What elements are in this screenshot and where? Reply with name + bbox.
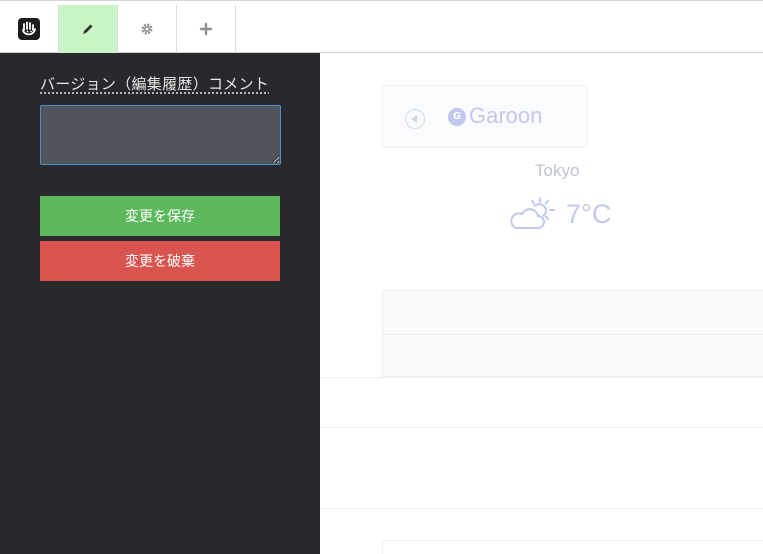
content-row bbox=[382, 290, 763, 334]
widget-brand-name: Garoon bbox=[469, 103, 543, 128]
concrete5-logo-button[interactable] bbox=[0, 5, 59, 53]
content-row bbox=[382, 334, 763, 377]
weather-temperature: 7°C bbox=[566, 199, 612, 229]
concrete5-logo-icon bbox=[18, 18, 40, 40]
top-toolbar bbox=[0, 0, 763, 53]
version-comment-label: バージョン（編集履歴）コメント bbox=[40, 75, 270, 93]
garoon-widget: G Garoon bbox=[382, 85, 588, 148]
version-comment-textarea[interactable] bbox=[40, 105, 281, 165]
divider bbox=[320, 508, 763, 509]
pencil-icon bbox=[83, 24, 93, 34]
content-block-edge bbox=[382, 540, 763, 554]
gear-icon bbox=[141, 23, 153, 35]
page-content: G Garoon Tokyo 7°C bbox=[320, 53, 763, 554]
circle-back-arrow-icon[interactable] bbox=[405, 109, 425, 129]
divider bbox=[320, 427, 763, 428]
garoon-g-logo-icon: G bbox=[448, 108, 466, 126]
page-settings-button[interactable] bbox=[118, 5, 177, 53]
weather-city: Tokyo bbox=[535, 161, 580, 180]
add-content-button[interactable] bbox=[177, 5, 236, 53]
divider bbox=[320, 377, 763, 378]
plus-icon bbox=[199, 22, 213, 36]
version-comment-panel: バージョン（編集履歴）コメント 変更を保存 変更を破棄 bbox=[0, 53, 320, 554]
edit-mode-button[interactable] bbox=[59, 5, 118, 53]
back-triangle bbox=[411, 115, 417, 123]
save-changes-button[interactable]: 変更を保存 bbox=[40, 196, 280, 236]
partly-cloudy-icon bbox=[510, 197, 555, 229]
discard-changes-button[interactable]: 変更を破棄 bbox=[40, 241, 280, 281]
